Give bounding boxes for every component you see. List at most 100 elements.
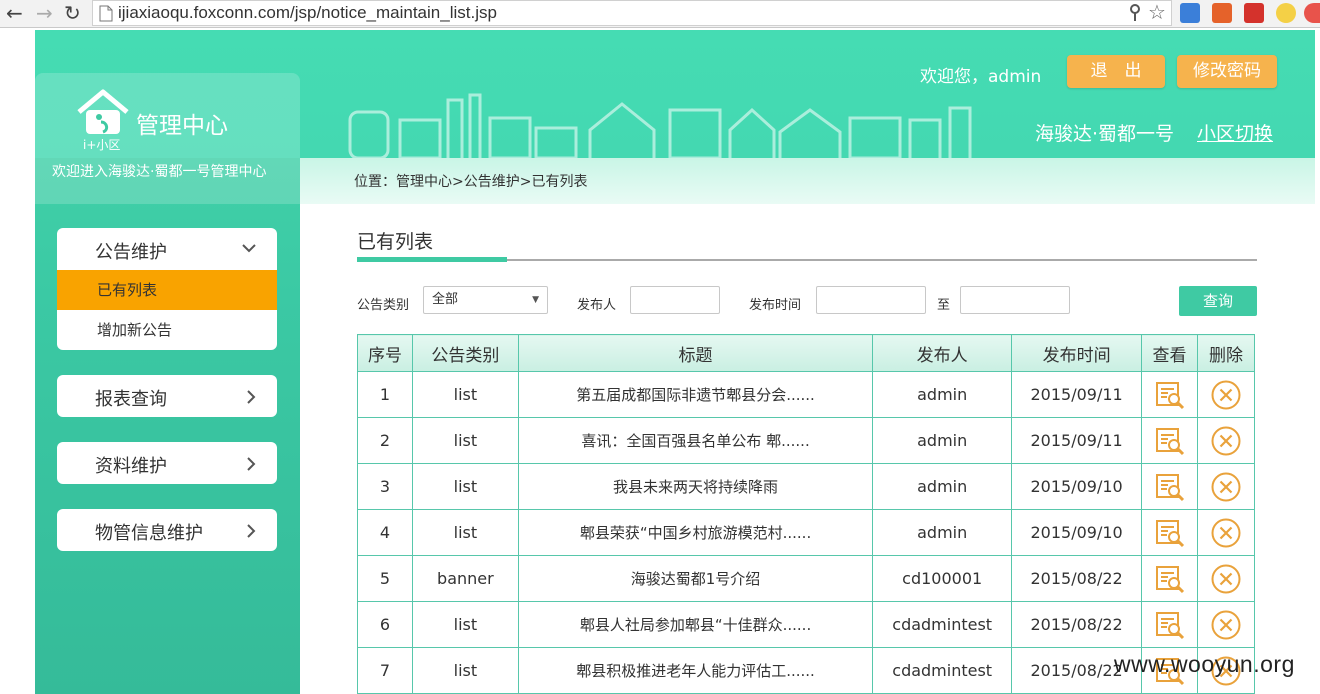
menu-label: 资料维护 — [95, 456, 167, 477]
extension-icon[interactable] — [1244, 3, 1264, 23]
view-cell — [1141, 555, 1199, 602]
row-title: 郫县积极推进老年人能力评估工...... — [517, 647, 874, 694]
category-select[interactable]: 全部 ▼ — [423, 286, 548, 314]
view-cell — [1141, 371, 1199, 418]
row-date: 2015/08/22 — [1011, 601, 1143, 648]
extension-icon[interactable] — [1276, 3, 1296, 23]
submenu-item-existing-list[interactable]: 已有列表 — [57, 270, 277, 310]
menu-notice-maintenance: 公告维护 已有列表 增加新公告 — [57, 228, 277, 350]
breadcrumb-bar: 位置：管理中心>公告维护>已有列表 — [300, 158, 1315, 204]
chevron-right-icon — [247, 390, 256, 404]
menu-header-notice[interactable]: 公告维护 — [57, 228, 277, 270]
page-icon — [99, 5, 113, 22]
view-icon[interactable] — [1154, 517, 1186, 549]
start-date-input[interactable] — [816, 286, 926, 314]
publish-time-label: 发布时间 — [749, 298, 802, 313]
table-row: 6 list 郫县人社局参加郫县“十佳群众...... cdadmintest … — [357, 601, 1255, 648]
row-publisher: admin — [872, 371, 1013, 418]
table-header-row: 序号 公告类别 标题 发布人 发布时间 查看 删除 — [357, 334, 1255, 372]
logout-button[interactable]: 退 出 — [1067, 55, 1165, 88]
submenu-item-add-notice[interactable]: 增加新公告 — [57, 310, 277, 350]
delete-icon[interactable] — [1210, 517, 1242, 549]
view-icon[interactable] — [1154, 609, 1186, 641]
row-category: list — [411, 417, 519, 464]
row-category: banner — [411, 555, 519, 602]
table-row: 1 list 第五届成都国际非遗节郫县分会...... admin 2015/0… — [357, 371, 1255, 418]
delete-cell — [1197, 371, 1255, 418]
delete-icon[interactable] — [1210, 379, 1242, 411]
row-publisher: admin — [872, 463, 1013, 510]
community-name: 海骏达·蜀都一号 — [1035, 123, 1175, 145]
table-row: 4 list 郫县荣获“中国乡村旅游模范村...... admin 2015/0… — [357, 509, 1255, 556]
watermark: www.wooyun.org — [1114, 651, 1295, 677]
delete-cell — [1197, 417, 1255, 464]
row-publisher: admin — [872, 509, 1013, 556]
forward-icon[interactable]: → — [36, 2, 53, 24]
star-icon[interactable]: ☆ — [1148, 0, 1166, 24]
query-button[interactable]: 查询 — [1179, 286, 1257, 316]
chevron-down-icon — [242, 244, 256, 253]
publisher-label: 发布人 — [577, 298, 617, 313]
row-date: 2015/09/11 — [1011, 371, 1143, 418]
delete-cell — [1197, 601, 1255, 648]
view-cell — [1141, 601, 1199, 648]
table-row: 3 list 我县未来两天将持续降雨 admin 2015/09/10 — [357, 463, 1255, 510]
end-date-input[interactable] — [960, 286, 1070, 314]
column-header: 发布时间 — [1011, 334, 1143, 372]
publisher-input[interactable] — [630, 286, 720, 314]
delete-icon[interactable] — [1210, 563, 1242, 595]
key-icon[interactable] — [1128, 4, 1142, 22]
extension-icon[interactable] — [1304, 3, 1320, 23]
column-header: 标题 — [517, 334, 874, 372]
menu-property-info-maintenance[interactable]: 物管信息维护 — [57, 509, 277, 551]
row-number: 1 — [357, 371, 413, 418]
column-header: 查看 — [1141, 334, 1199, 372]
to-label: 至 — [937, 298, 951, 313]
menu-data-maintenance[interactable]: 资料维护 — [57, 442, 277, 484]
menu-report-query[interactable]: 报表查询 — [57, 375, 277, 417]
menu-label: 公告维护 — [95, 242, 167, 263]
delete-icon[interactable] — [1210, 425, 1242, 457]
delete-cell — [1197, 509, 1255, 556]
back-icon[interactable]: ← — [6, 2, 23, 24]
change-password-button[interactable]: 修改密码 — [1177, 55, 1277, 88]
table-row: 2 list 喜讯：全国百强县名单公布 郫...... admin 2015/0… — [357, 417, 1255, 464]
column-header: 删除 — [1197, 334, 1255, 372]
view-icon[interactable] — [1154, 379, 1186, 411]
main-content: 已有列表 公告类别 全部 ▼ 发布人 发布时间 至 查询 序号 公告类别 标题 — [300, 204, 1315, 694]
row-number: 6 — [357, 601, 413, 648]
row-title: 喜讯：全国百强县名单公布 郫...... — [517, 417, 874, 464]
reload-icon[interactable]: ↻ — [64, 2, 81, 24]
row-title: 海骏达蜀都1号介绍 — [517, 555, 874, 602]
switch-community-link[interactable]: 小区切换 — [1197, 119, 1273, 146]
extension-icon[interactable] — [1212, 3, 1232, 23]
row-number: 2 — [357, 417, 413, 464]
view-cell — [1141, 463, 1199, 510]
view-icon[interactable] — [1154, 425, 1186, 457]
row-category: list — [411, 371, 519, 418]
extension-icon[interactable] — [1180, 3, 1200, 23]
row-publisher: cd100001 — [872, 555, 1013, 602]
delete-icon[interactable] — [1210, 609, 1242, 641]
dropdown-arrow-icon: ▼ — [532, 295, 539, 305]
category-select-value: 全部 — [432, 292, 459, 307]
view-icon[interactable] — [1154, 471, 1186, 503]
row-title: 郫县人社局参加郫县“十佳群众...... — [517, 601, 874, 648]
row-category: list — [411, 647, 519, 694]
category-label: 公告类别 — [357, 298, 410, 313]
delete-icon[interactable] — [1210, 471, 1242, 503]
row-date: 2015/08/22 — [1011, 555, 1143, 602]
row-number: 5 — [357, 555, 413, 602]
row-title: 郫县荣获“中国乡村旅游模范村...... — [517, 509, 874, 556]
view-icon[interactable] — [1154, 563, 1186, 595]
row-number: 4 — [357, 509, 413, 556]
row-title: 我县未来两天将持续降雨 — [517, 463, 874, 510]
row-category: list — [411, 509, 519, 556]
browser-toolbar: ← → ↻ ijiaxiaoqu.foxconn.com/jsp/notice_… — [0, 0, 1320, 28]
logo-text: i+小区 — [83, 138, 121, 152]
title-accent — [357, 257, 507, 262]
brand-title: 管理中心 — [136, 113, 228, 139]
column-header: 公告类别 — [411, 334, 519, 372]
menu-label: 物管信息维护 — [95, 523, 203, 544]
row-category: list — [411, 601, 519, 648]
